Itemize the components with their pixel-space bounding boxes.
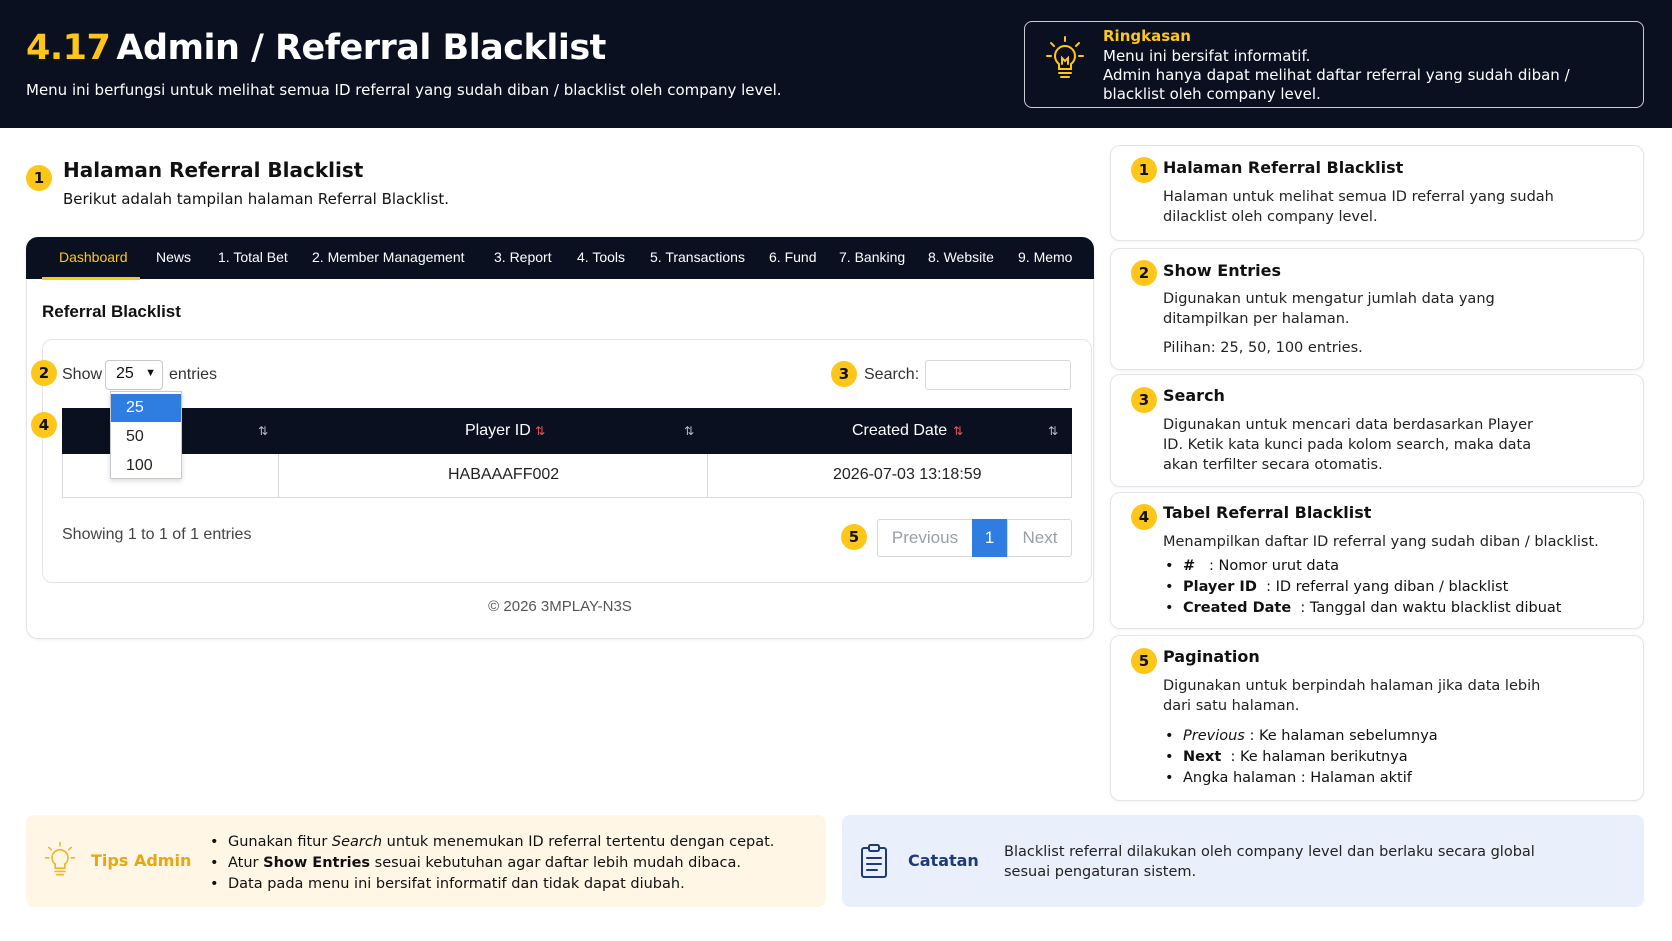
card-text: Digunakan untuk mencari data berdasarkan… xyxy=(1163,417,1533,473)
column-divider xyxy=(278,454,279,498)
page-subtitle: Menu ini berfungsi untuk melihat semua I… xyxy=(26,81,782,99)
previous-button[interactable]: Previous xyxy=(877,519,973,557)
summary-box: Ringkasan Menu ini bersifat informatif. … xyxy=(1024,21,1644,108)
column-divider xyxy=(707,454,708,498)
sort-icon[interactable]: ⇅ xyxy=(953,424,963,438)
option-25[interactable]: 25 xyxy=(111,394,181,422)
list-item: Gunakan fitur Search untuk menemukan ID … xyxy=(208,832,774,853)
list-item: Angka halaman : Halaman aktif xyxy=(1163,768,1438,789)
card-badge: 1 xyxy=(1131,157,1157,183)
option-100[interactable]: 100 xyxy=(111,452,181,480)
option-50[interactable]: 50 xyxy=(111,423,181,451)
card-text: Menampilkan daftar ID referral yang suda… xyxy=(1163,534,1599,550)
summary-title: Ringkasan xyxy=(1103,27,1191,45)
nav-memo[interactable]: 9. Memo xyxy=(1018,249,1072,265)
nav-report[interactable]: 3. Report xyxy=(494,249,552,265)
lightbulb-icon xyxy=(1046,36,1084,78)
sort-icon[interactable]: ⇅ xyxy=(535,424,545,438)
entries-select-value: 25 xyxy=(116,365,134,382)
section-title: Halaman Referral Blacklist xyxy=(63,158,364,182)
step-badge-2: 2 xyxy=(31,360,57,386)
list-item: Created Date : Tanggal dan waktu blackli… xyxy=(1163,598,1562,619)
info-card-1: 1 Halaman Referral Blacklist Halaman unt… xyxy=(1110,145,1644,241)
card-extra: Pilihan: 25, 50, 100 entries. xyxy=(1163,340,1363,356)
nav-total-bet[interactable]: 1. Total Bet xyxy=(218,249,288,265)
card-title: Tabel Referral Blacklist xyxy=(1163,503,1372,522)
list-item: Player ID : ID referral yang diban / bla… xyxy=(1163,577,1562,598)
pagination-legend-list: Previous : Ke halaman sebelumnya Next : … xyxy=(1163,726,1438,789)
card-title: Search xyxy=(1163,386,1225,405)
info-card-5: 5 Pagination Digunakan untuk berpindah h… xyxy=(1110,635,1644,801)
nav-website[interactable]: 8. Website xyxy=(928,249,994,265)
summary-line-2: Admin hanya dapat melihat daftar referra… xyxy=(1103,66,1570,103)
cell-created-date: 2026-07-03 13:18:59 xyxy=(833,466,982,483)
tips-list: Gunakan fitur Search untuk menemukan ID … xyxy=(208,832,774,895)
cell-player-id: HABAAAFF002 xyxy=(448,466,560,483)
info-card-3: 3 Search Digunakan untuk mencari data be… xyxy=(1110,374,1644,487)
sort-icon[interactable]: ⇅ xyxy=(1048,424,1058,438)
info-card-4: 4 Tabel Referral Blacklist Menampilkan d… xyxy=(1110,492,1644,629)
nav-member-management[interactable]: 2. Member Management xyxy=(312,249,465,265)
th-created-date[interactable]: Created Date xyxy=(852,422,947,440)
notes-title: Catatan xyxy=(908,851,979,870)
search-input[interactable] xyxy=(925,360,1071,390)
list-item: Data pada menu ini bersifat informatif d… xyxy=(208,874,774,895)
entries-dropdown: 25 50 100 xyxy=(110,391,182,479)
list-item: Previous : Ke halaman sebelumnya xyxy=(1163,726,1438,747)
section-number: 4.17 xyxy=(26,28,111,68)
sort-icon[interactable]: ⇅ xyxy=(684,424,694,438)
lightbulb-icon xyxy=(44,841,76,876)
list-item: Atur Show Entries sesuai kebutuhan agar … xyxy=(208,853,774,874)
top-nav-bar: Dashboard News 1. Total Bet 2. Member Ma… xyxy=(26,237,1094,279)
header-banner: 4.17 Admin / Referral Blacklist Menu ini … xyxy=(0,0,1672,128)
section-subtitle: Berikut adalah tampilan halaman Referral… xyxy=(63,190,449,208)
content-title: Referral Blacklist xyxy=(42,302,181,321)
table-header: ⇅ Player ID ⇅ ⇅ Created Date ⇅ ⇅ xyxy=(62,408,1072,454)
step-badge-1: 1 xyxy=(26,165,52,191)
entries-select[interactable]: 25 ▼ xyxy=(105,360,163,390)
list-item: # : Nomor urut data xyxy=(1163,556,1562,577)
nav-active-underline xyxy=(42,277,140,280)
card-text: Halaman untuk melihat semua ID referral … xyxy=(1163,189,1554,225)
nav-dashboard[interactable]: Dashboard xyxy=(59,249,128,265)
info-card-2: 2 Show Entries Digunakan untuk mengatur … xyxy=(1110,248,1644,370)
list-item: Next : Ke halaman berikutnya xyxy=(1163,747,1438,768)
show-label: Show xyxy=(62,366,103,383)
next-button[interactable]: Next xyxy=(1007,519,1072,557)
clipboard-icon xyxy=(861,844,887,878)
card-title: Show Entries xyxy=(1163,261,1281,280)
search-label: Search: xyxy=(864,366,920,383)
step-badge-4: 4 xyxy=(31,412,57,438)
tips-title: Tips Admin xyxy=(91,851,192,870)
nav-tools[interactable]: 4. Tools xyxy=(577,249,625,265)
card-badge: 3 xyxy=(1131,387,1157,413)
page-title: 4.17 Admin / Referral Blacklist xyxy=(26,28,606,68)
notes-text: Blacklist referral dilakukan oleh compan… xyxy=(1004,844,1535,880)
page-1-button[interactable]: 1 xyxy=(972,519,1007,557)
nav-banking[interactable]: 7. Banking xyxy=(839,249,905,265)
sort-icon[interactable]: ⇅ xyxy=(258,424,268,438)
card-text: Digunakan untuk mengatur jumlah data yan… xyxy=(1163,291,1495,327)
th-player-id[interactable]: Player ID xyxy=(465,422,531,440)
showing-info: Showing 1 to 1 of 1 entries xyxy=(62,526,252,543)
nav-transactions[interactable]: 5. Transactions xyxy=(650,249,745,265)
nav-fund[interactable]: 6. Fund xyxy=(769,249,816,265)
card-badge: 2 xyxy=(1131,260,1157,286)
notes-box: Catatan Blacklist referral dilakukan ole… xyxy=(842,815,1644,907)
card-text: Digunakan untuk berpindah halaman jika d… xyxy=(1163,678,1541,714)
card-title: Halaman Referral Blacklist xyxy=(1163,158,1404,177)
copyright: © 2026 3MPLAY-N3S xyxy=(488,598,632,615)
card-badge: 5 xyxy=(1131,648,1157,674)
card-badge: 4 xyxy=(1131,504,1157,530)
step-badge-5: 5 xyxy=(841,524,867,550)
summary-line-1: Menu ini bersifat informatif. xyxy=(1103,47,1311,65)
card-title: Pagination xyxy=(1163,647,1260,666)
step-badge-3: 3 xyxy=(831,361,857,387)
entries-label: entries xyxy=(169,366,218,383)
tips-box: Tips Admin Gunakan fitur Search untuk me… xyxy=(26,815,826,907)
nav-news[interactable]: News xyxy=(156,249,191,265)
column-legend-list: # : Nomor urut data Player ID : ID refer… xyxy=(1163,556,1562,619)
chevron-down-icon: ▼ xyxy=(145,367,156,379)
title-text: Admin / Referral Blacklist xyxy=(116,28,606,68)
